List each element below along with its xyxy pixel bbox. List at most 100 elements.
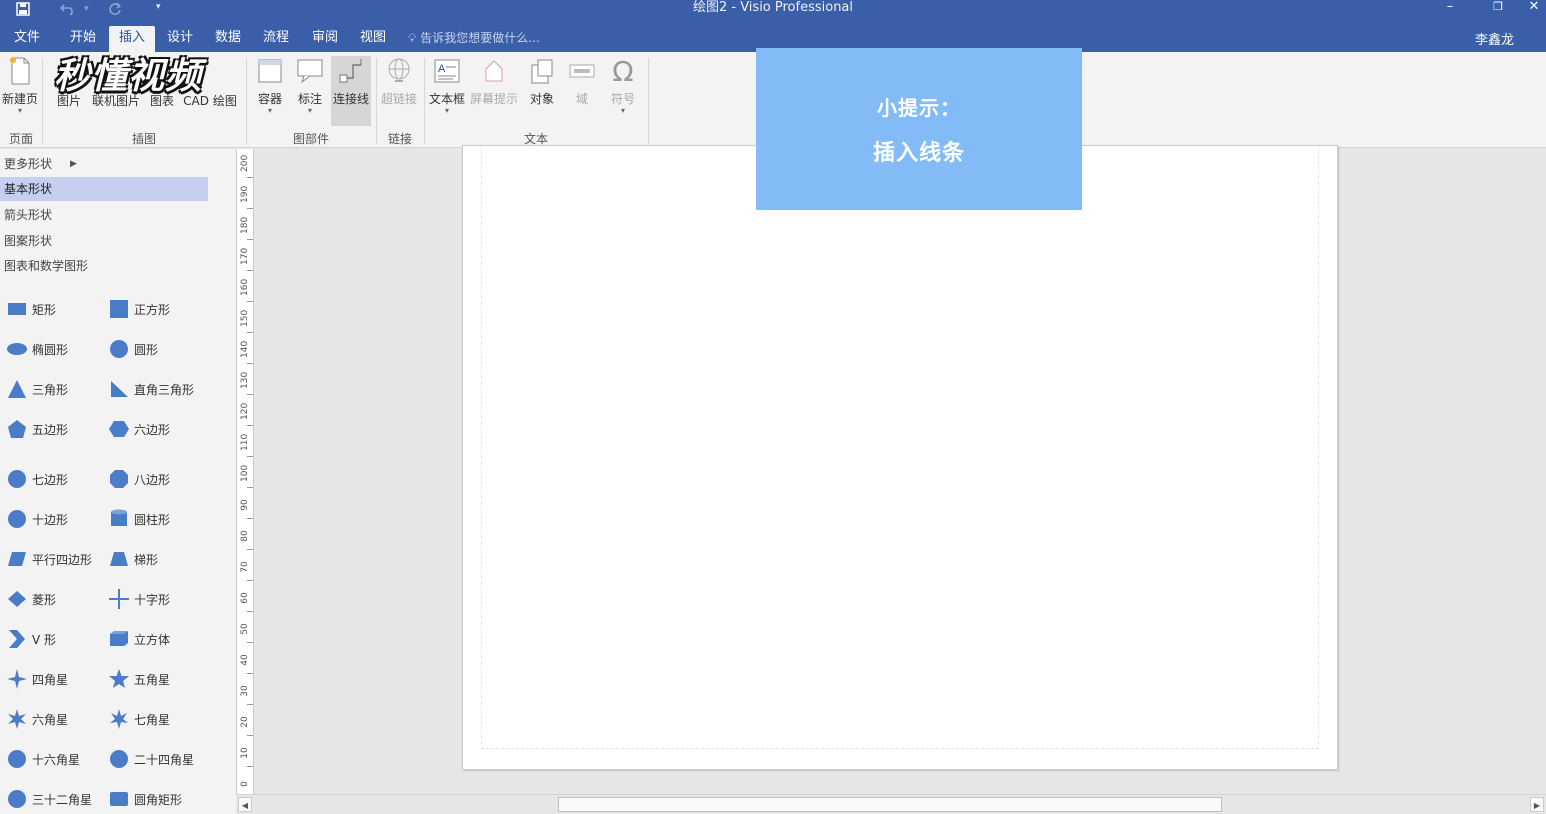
square-icon (108, 298, 130, 320)
tab-home[interactable]: 开始 (60, 26, 106, 52)
shape-stencil-item[interactable]: 十字形 (108, 587, 170, 611)
ruler-tick-mark (247, 518, 253, 519)
shape-stencil-item[interactable]: V 形 (6, 627, 56, 651)
object-button[interactable]: 对象 (524, 56, 560, 107)
ruler-tick-mark (247, 766, 253, 767)
pentagon-icon (6, 418, 28, 440)
group-diagram-parts-label: 图部件 (292, 132, 329, 146)
shape-stencil-item[interactable]: 五边形 (6, 417, 68, 441)
ruler-tick-label: 150 (240, 309, 250, 327)
drawing-page[interactable] (462, 145, 1338, 770)
callout-button[interactable]: 标注 ▾ (292, 56, 328, 115)
tab-insert[interactable]: 插入 (109, 26, 156, 52)
connector-button[interactable]: 连接线 (331, 56, 371, 126)
star7-icon (108, 708, 130, 730)
user-name[interactable]: 李鑫龙 (1475, 29, 1514, 48)
star6-icon (6, 708, 28, 730)
tell-me-box[interactable]: 💡︎ 告诉我您想要做什么... (408, 29, 540, 46)
shape-stencil-item[interactable]: 八边形 (108, 467, 170, 491)
shape-stencil-item[interactable]: 十边形 (6, 507, 68, 531)
shape-stencil-item[interactable]: 椭圆形 (6, 337, 68, 361)
shape-stencil-item[interactable]: 直角三角形 (108, 377, 194, 401)
tab-design[interactable]: 设计 (157, 26, 203, 52)
shape-stencil-item[interactable]: 三角形 (6, 377, 68, 401)
chevron-icon (6, 628, 28, 650)
ruler-tick-label: 40 (240, 654, 250, 666)
textbox-icon: A (432, 56, 462, 86)
ruler-tick-mark (247, 208, 253, 209)
shape-stencil-item[interactable]: 十六角星 (6, 747, 80, 771)
symbol-label: 符号 (610, 92, 635, 106)
restore-button[interactable]: ❐ (1478, 0, 1518, 16)
group-illustrations-label: 插图 (131, 132, 156, 146)
tip-text: 插入线条 (872, 141, 965, 166)
new-page-button[interactable]: 新建页 ▾ (0, 56, 40, 115)
shape-stencil-item[interactable]: 菱形 (6, 587, 56, 611)
ruler-tick-mark (247, 332, 253, 333)
shape-stencil-item[interactable]: 圆柱形 (108, 507, 170, 531)
shape-label: 七边形 (32, 472, 69, 487)
category-more-shapes[interactable]: 更多形状 ▶ (0, 152, 208, 176)
svg-text:A: A (438, 63, 446, 75)
scroll-right-icon[interactable]: ▶ (1530, 797, 1544, 812)
ruler-tick-mark (247, 673, 253, 674)
shape-stencil-item[interactable]: 七角星 (108, 707, 170, 731)
shape-label: 圆形 (134, 342, 159, 357)
shape-stencil-item[interactable]: 六边形 (108, 417, 170, 441)
ruler-tick-label: 190 (240, 185, 250, 203)
shape-stencil-item[interactable]: 平行四边形 (6, 547, 92, 571)
horizontal-scrollbar[interactable]: ◀ ▶ (236, 794, 1546, 814)
close-button[interactable]: ✕ (1522, 0, 1546, 16)
ruler-tick-mark (247, 580, 253, 581)
right-triangle-icon (108, 378, 130, 400)
shape-label: 四角星 (32, 672, 69, 687)
symbol-button[interactable]: Ω 符号 ▾ (604, 55, 642, 115)
field-button[interactable]: 域 (564, 56, 600, 107)
caret-right-icon: ▶ (70, 159, 77, 169)
category-pattern-shapes[interactable]: 图案形状 (0, 229, 208, 253)
drawing-canvas[interactable] (255, 145, 1546, 794)
shape-stencil-item[interactable]: 四角星 (6, 667, 68, 691)
tab-file[interactable]: 文件 (4, 26, 50, 52)
shape-label: 五边形 (32, 422, 69, 437)
shape-stencil-item[interactable]: 正方形 (108, 297, 170, 321)
ruler-tick-mark (247, 177, 253, 178)
shape-stencil-item[interactable]: 三十二角星 (6, 787, 92, 811)
tab-data[interactable]: 数据 (205, 26, 251, 52)
tab-view[interactable]: 视图 (350, 26, 396, 52)
hyperlink-button[interactable]: 超链接 (378, 56, 420, 107)
shape-stencil-item[interactable]: 梯形 (108, 547, 158, 571)
star24-icon (108, 748, 130, 770)
shape-stencil-item[interactable]: 矩形 (6, 297, 56, 321)
field-icon (567, 56, 597, 86)
shape-stencil-item[interactable]: 六角星 (6, 707, 68, 731)
shapes-pane: 更多形状 ▶ 基本形状 箭头形状 图案形状 图表和数学图形 矩形 正方形椭圆形 圆形… (0, 149, 236, 814)
shape-stencil-item[interactable]: 二十四角星 (108, 747, 194, 771)
page-margin-guide (481, 146, 1319, 749)
new-page-label: 新建页 (1, 92, 38, 106)
ruler-tick-mark (247, 270, 253, 271)
shape-stencil-item[interactable]: 圆形 (108, 337, 158, 361)
tab-process[interactable]: 流程 (253, 26, 299, 52)
shape-stencil-item[interactable]: 圆角矩形 (108, 787, 182, 811)
scrollbar-thumb[interactable] (558, 797, 1222, 812)
screentip-label: 屏幕提示 (469, 92, 518, 106)
tab-review[interactable]: 审阅 (302, 26, 348, 52)
textbox-button[interactable]: A 文本框 ▾ (428, 56, 466, 115)
shape-label: 六角星 (32, 712, 69, 727)
category-basic-shapes[interactable]: 基本形状 (0, 177, 208, 201)
category-chart-math-shapes[interactable]: 图表和数学图形 (0, 254, 208, 278)
connector-icon (336, 56, 366, 86)
ruler-tick-mark (247, 735, 253, 736)
category-arrow-shapes[interactable]: 箭头形状 (0, 203, 208, 227)
minimize-button[interactable]: – (1430, 0, 1470, 16)
shape-stencil-item[interactable]: 立方体 (108, 627, 170, 651)
scroll-left-icon[interactable]: ◀ (238, 797, 252, 812)
vertical-ruler: 200 190 180 170 160 150 140 130 120 110 100 90 80 70 6… (236, 149, 254, 798)
shape-stencil-item[interactable]: 七边形 (6, 467, 68, 491)
screentip-button[interactable]: 屏幕提示 (468, 56, 520, 107)
circle-icon (108, 338, 130, 360)
shape-stencil-item[interactable]: 五角星 (108, 667, 170, 691)
octagon-icon (108, 468, 130, 490)
shape-label: 正方形 (134, 302, 171, 317)
